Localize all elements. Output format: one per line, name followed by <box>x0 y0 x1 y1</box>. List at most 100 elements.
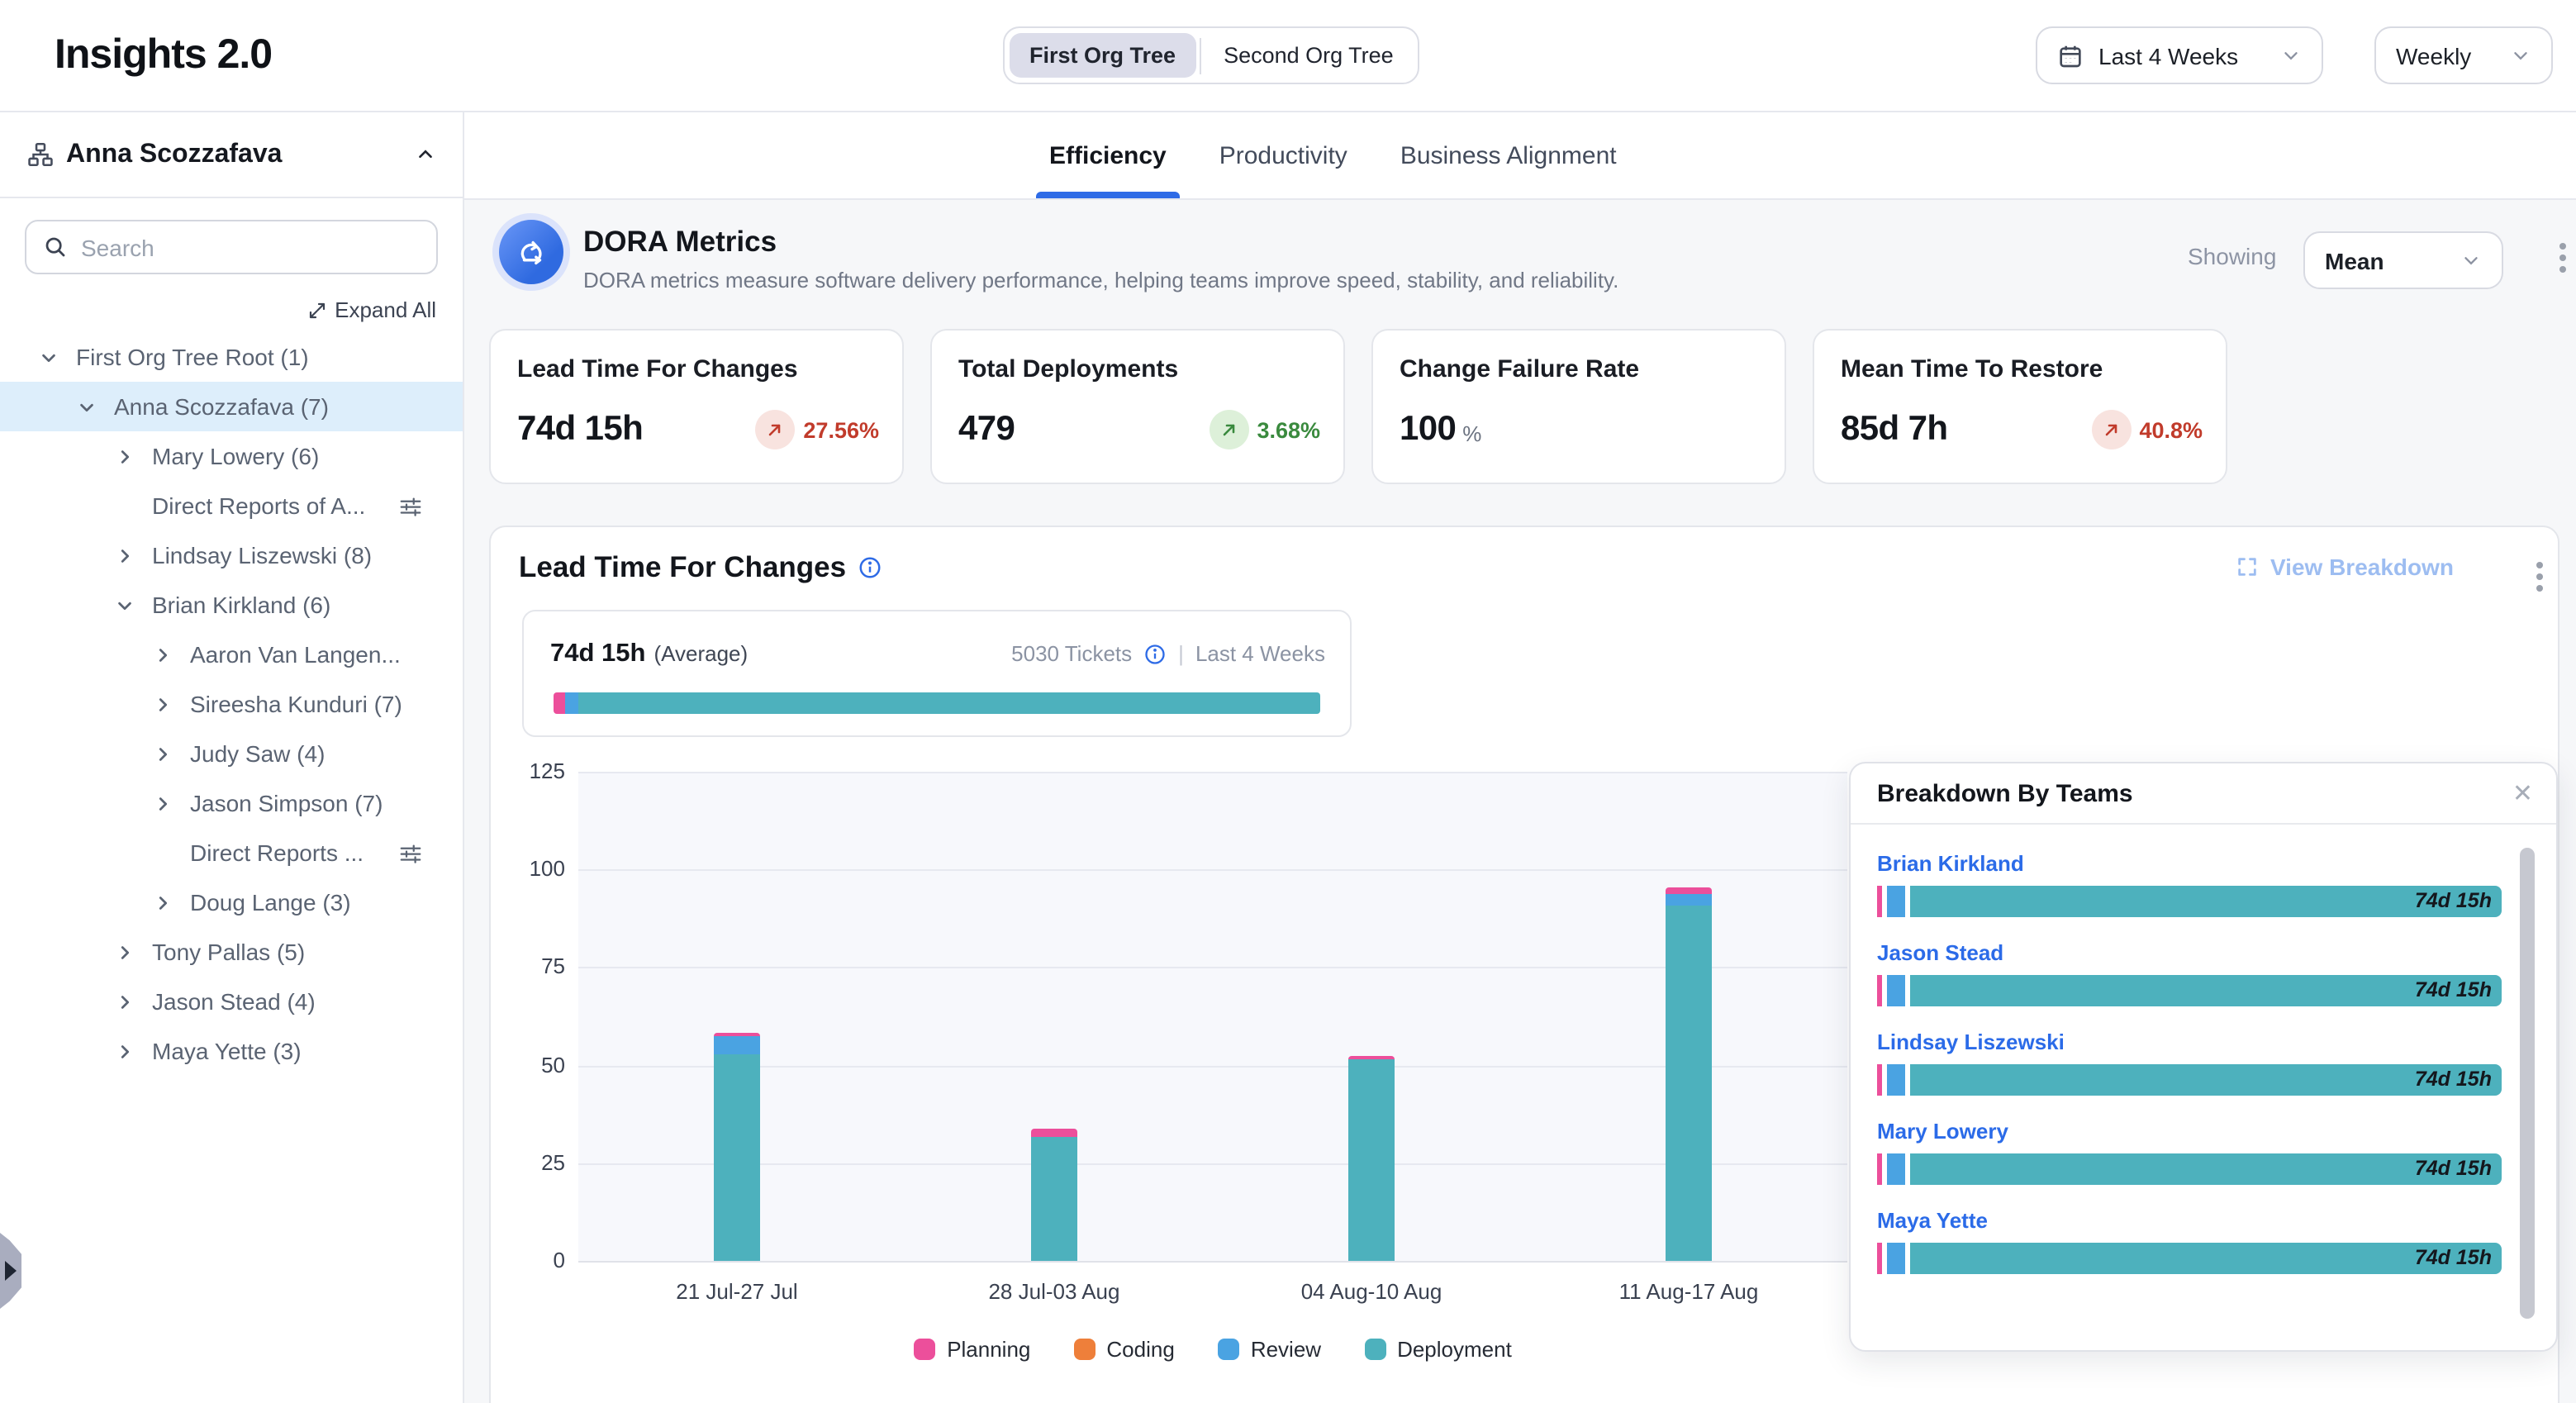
bar-segment-planning <box>1877 1064 1882 1096</box>
chart-bar-3[interactable] <box>1348 1057 1395 1261</box>
metric-delta-badge: 40.8% <box>2091 410 2203 449</box>
summary-qualifier: (Average) <box>654 641 748 666</box>
chevron-right-icon[interactable] <box>154 893 190 911</box>
tree-item-tony-pallas-5[interactable]: Tony Pallas (5) <box>0 927 463 977</box>
team-stacked-bar: 74d 15h <box>1877 975 2502 1006</box>
tree-item-sireesha-kunduri-7[interactable]: Sireesha Kunduri (7) <box>0 679 463 729</box>
chevron-up-icon[interactable] <box>415 144 436 165</box>
main-tab-bar: Efficiency Productivity Business Alignment <box>464 112 2576 200</box>
chevron-right-icon[interactable] <box>154 744 190 763</box>
chevron-down-icon[interactable] <box>40 348 76 366</box>
tree-item-first-org-tree-root-1[interactable]: First Org Tree Root (1) <box>0 332 463 382</box>
tree-item-direct-reports[interactable]: Direct Reports ... <box>0 828 463 877</box>
bar-segment-review <box>1887 886 1905 917</box>
chart-bar-1[interactable] <box>714 1032 760 1261</box>
metric-card-value: 100 <box>1400 410 1456 449</box>
tree-item-label: Anna Scozzafava (7) <box>114 393 329 420</box>
tab-productivity[interactable]: Productivity <box>1219 112 1347 198</box>
chevron-right-icon[interactable] <box>116 943 152 961</box>
team-stacked-bar: 74d 15h <box>1877 1064 2502 1096</box>
team-name-link[interactable]: Mary Lowery <box>1877 1119 2502 1144</box>
y-axis-tick-label: 25 <box>516 1150 565 1175</box>
tree-item-label: Mary Lowery (6) <box>152 443 319 469</box>
tree-item-label: Doug Lange (3) <box>190 889 351 916</box>
top-bar: Insights 2.0 First Org TreeSecond Org Tr… <box>0 0 2576 112</box>
summary-value: 74d 15h <box>550 640 645 669</box>
chart-bar-4[interactable] <box>1666 887 1712 1261</box>
tree-item-anna-scozzafava-7[interactable]: Anna Scozzafava (7) <box>0 382 463 431</box>
bar-segment-planning <box>1877 886 1882 917</box>
bar-segment-review <box>1666 895 1712 905</box>
close-icon[interactable]: ✕ <box>2512 781 2533 806</box>
chevron-down-icon[interactable] <box>78 397 114 416</box>
tree-item-jason-stead-4[interactable]: Jason Stead (4) <box>0 977 463 1026</box>
expand-all-button[interactable]: Expand All <box>0 297 436 322</box>
breakdown-header: Breakdown By Teams ✕ <box>1851 763 2556 825</box>
aggregation-value: Mean <box>2325 247 2384 273</box>
view-breakdown-button[interactable]: View Breakdown <box>2236 554 2454 580</box>
tree-item-aaron-van-langen[interactable]: Aaron Van Langen... <box>0 630 463 679</box>
bar-segment-planning <box>1877 975 1882 1006</box>
tree-item-label: Aaron Van Langen... <box>190 641 401 668</box>
lead-time-menu-button[interactable] <box>2528 554 2551 600</box>
bar-segment-planning <box>1877 1243 1882 1274</box>
x-axis-tick-label: 21 Jul-27 Jul <box>621 1279 853 1304</box>
team-name-link[interactable]: Maya Yette <box>1877 1208 2502 1233</box>
tree-item-label: Maya Yette (3) <box>152 1038 302 1064</box>
expand-all-icon <box>307 300 326 320</box>
tree-item-jason-simpson-7[interactable]: Jason Simpson (7) <box>0 778 463 828</box>
filter-sliders-icon[interactable] <box>398 493 423 518</box>
tree-item-label: Judy Saw (4) <box>190 740 325 767</box>
filter-sliders-icon[interactable] <box>398 840 423 865</box>
bar-segment-review <box>714 1036 760 1053</box>
main-content: DORA Metrics DORA metrics measure softwa… <box>464 200 2576 1403</box>
chevron-right-icon[interactable] <box>116 992 152 1011</box>
chevron-right-icon[interactable] <box>154 645 190 663</box>
summary-bar-segment-deployment <box>579 692 1320 714</box>
sidebar-search[interactable] <box>25 220 438 274</box>
bar-segment-deployment: 74d 15h <box>1910 886 2502 917</box>
chevron-right-icon[interactable] <box>116 546 152 564</box>
tree-item-mary-lowery-6[interactable]: Mary Lowery (6) <box>0 431 463 481</box>
tree-item-brian-kirkland-6[interactable]: Brian Kirkland (6) <box>0 580 463 630</box>
org-tree-toggle-first[interactable]: First Org Tree <box>1010 33 1195 78</box>
legend-label: Planning <box>947 1337 1030 1362</box>
chevron-right-icon[interactable] <box>154 794 190 812</box>
org-tree-toggle-second[interactable]: Second Org Tree <box>1204 33 1414 78</box>
dora-menu-button[interactable] <box>2550 233 2576 283</box>
tab-efficiency[interactable]: Efficiency <box>1049 112 1167 198</box>
tab-business-alignment[interactable]: Business Alignment <box>1400 112 1617 198</box>
date-range-select[interactable]: Last 4 Weeks <box>2036 26 2323 84</box>
chevron-right-icon[interactable] <box>116 447 152 465</box>
tree-item-judy-saw-4[interactable]: Judy Saw (4) <box>0 729 463 778</box>
team-name-link[interactable]: Brian Kirkland <box>1877 851 2502 876</box>
search-input[interactable] <box>81 234 420 260</box>
chevron-right-icon[interactable] <box>154 695 190 713</box>
sidebar-header[interactable]: Anna Scozzafava <box>0 112 463 198</box>
info-icon[interactable] <box>858 555 882 580</box>
y-axis-tick-label: 100 <box>516 856 565 881</box>
chevron-right-icon[interactable] <box>116 1042 152 1060</box>
chart-bar-2[interactable] <box>1031 1128 1077 1261</box>
tree-item-direct-reports-of-a[interactable]: Direct Reports of A... <box>0 481 463 530</box>
tree-item-label: Direct Reports ... <box>190 839 364 866</box>
sidebar-user-name: Anna Scozzafava <box>66 140 282 169</box>
tree-item-lindsay-liszewski-8[interactable]: Lindsay Liszewski (8) <box>0 530 463 580</box>
info-icon[interactable] <box>1143 642 1167 665</box>
aggregation-select[interactable]: Mean <box>2303 231 2503 289</box>
breakdown-scrollbar-thumb[interactable] <box>2520 848 2535 1319</box>
org-tree-icon <box>26 140 55 169</box>
tree-item-maya-yette-3[interactable]: Maya Yette (3) <box>0 1026 463 1076</box>
legend-swatch <box>1364 1339 1385 1360</box>
team-name-link[interactable]: Lindsay Liszewski <box>1877 1030 2502 1054</box>
summary-tickets: 5030 Tickets <box>1011 641 1132 666</box>
org-tree-toggle[interactable]: First Org TreeSecond Org Tree <box>1003 26 1420 84</box>
tree-item-label: Lindsay Liszewski (8) <box>152 542 372 568</box>
chevron-down-icon[interactable] <box>116 596 152 614</box>
date-range-value: Last 4 Weeks <box>2098 42 2238 69</box>
breakdown-row-maya-yette: Maya Yette74d 15h <box>1877 1208 2502 1274</box>
granularity-select[interactable]: Weekly <box>2374 26 2553 84</box>
tree-item-doug-lange-3[interactable]: Doug Lange (3) <box>0 877 463 927</box>
breakdown-row-brian-kirkland: Brian Kirkland 74d 15h <box>1877 851 2502 917</box>
team-name-link[interactable]: Jason Stead <box>1877 940 2502 965</box>
